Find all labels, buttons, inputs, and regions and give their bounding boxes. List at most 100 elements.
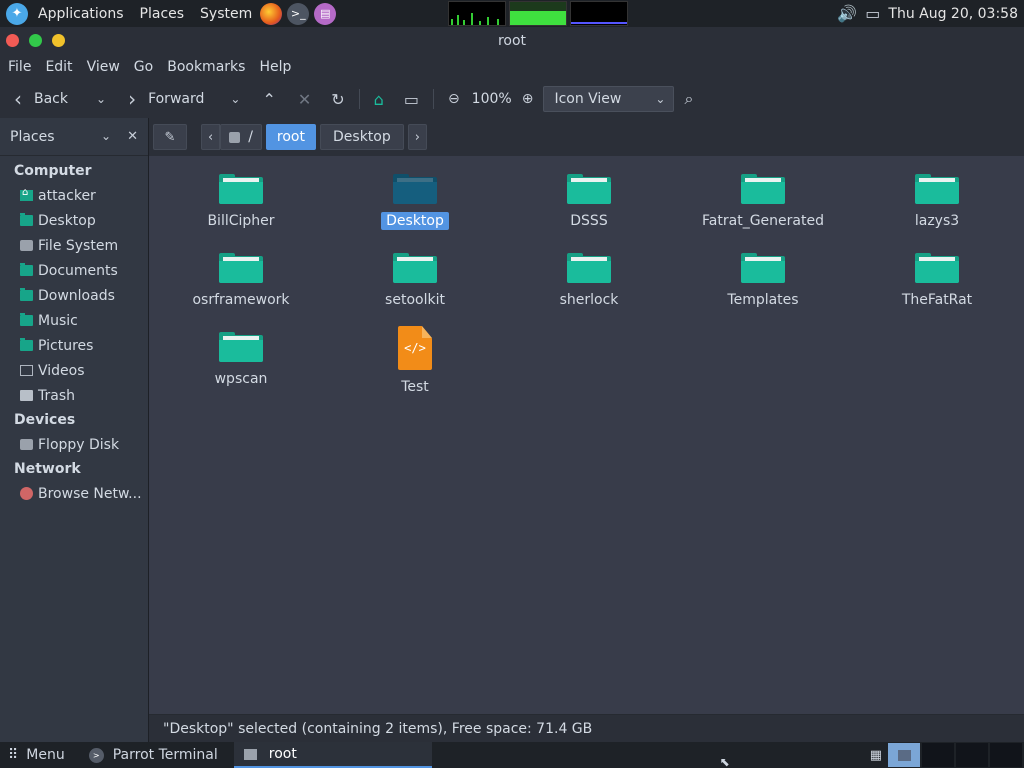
file-item[interactable]: Desktop — [335, 174, 495, 230]
workspace-3[interactable] — [956, 743, 988, 767]
back-history-dropdown-icon[interactable]: ⌄ — [96, 92, 106, 106]
system-menu[interactable]: System — [192, 0, 260, 27]
file-name: wpscan — [214, 371, 268, 387]
grid-icon: ⠿ — [8, 747, 19, 763]
path-segment-desktop[interactable]: Desktop — [320, 124, 404, 150]
file-item[interactable]: Fatrat_Generated — [683, 174, 843, 230]
maximize-window-button[interactable] — [52, 34, 65, 47]
trash-icon — [20, 390, 33, 401]
search-icon[interactable]: ⌕ — [684, 89, 693, 109]
volume-icon[interactable]: 🔊 — [837, 4, 857, 23]
menu-button[interactable]: ⠿ Menu — [0, 742, 73, 768]
chevron-left-icon: ‹ — [208, 129, 214, 145]
path-scroll-right-button[interactable]: › — [407, 124, 427, 150]
file-item[interactable]: BillCipher — [161, 174, 321, 230]
file-item[interactable]: </> Test — [335, 326, 495, 396]
chevron-left-icon: ‹ — [14, 87, 22, 111]
places-menu[interactable]: Places — [132, 0, 193, 27]
network-manager-icon[interactable]: ▦ — [870, 748, 882, 763]
file-item[interactable]: sherlock — [509, 253, 669, 309]
sidebar-item-pictures[interactable]: Pictures — [0, 333, 148, 358]
top-panel: ✦ Applications Places System >_ ▤ 🔊 ▭ Th… — [0, 0, 1024, 27]
sidebar: Places ⌄ ✕ Computer attacker Desktop Fil… — [0, 118, 149, 742]
pointer-cursor-icon: ⬉ — [719, 755, 730, 768]
forward-button[interactable]: › Forward — [128, 84, 204, 114]
sidebar-item-trash[interactable]: Trash — [0, 383, 148, 408]
zoom-level[interactable]: 100% — [472, 91, 512, 107]
file-item[interactable]: DSSS — [509, 174, 669, 230]
file-item[interactable]: lazys3 — [857, 174, 1017, 230]
minimize-window-button[interactable] — [29, 34, 42, 47]
floppy-icon — [20, 439, 33, 450]
firefox-launcher-icon[interactable] — [260, 2, 283, 25]
chevron-down-icon[interactable]: ⌄ — [101, 129, 111, 144]
clock[interactable]: Thu Aug 20, 03:58 — [888, 6, 1018, 22]
file-name: Desktop — [381, 212, 449, 230]
zoom-out-icon[interactable]: ⊖ — [448, 91, 460, 107]
close-window-button[interactable] — [6, 34, 19, 47]
drive-icon — [20, 240, 33, 251]
sidebar-item-browse-network[interactable]: Browse Netw... — [0, 481, 148, 506]
home-icon[interactable]: ⌂ — [374, 90, 384, 109]
sidebar-item-music[interactable]: Music — [0, 308, 148, 333]
file-name: Templates — [727, 292, 799, 308]
film-icon — [20, 365, 33, 376]
menu-go[interactable]: Go — [127, 59, 160, 75]
menu-file[interactable]: File — [1, 59, 38, 75]
path-segment-root[interactable]: root — [265, 124, 316, 150]
menu-edit[interactable]: Edit — [38, 59, 79, 75]
taskbar-item-terminal[interactable]: > Parrot Terminal — [81, 742, 226, 768]
file-item[interactable]: TheFatRat — [857, 253, 1017, 309]
path-scroll-left-button[interactable]: ‹ — [201, 124, 221, 150]
workspace-2[interactable] — [922, 743, 954, 767]
display-icon[interactable]: ▭ — [865, 4, 880, 23]
sidebar-item-documents[interactable]: Documents — [0, 258, 148, 283]
computer-icon[interactable]: ▭ — [404, 90, 419, 109]
path-segment-filesystem[interactable]: / — [220, 124, 262, 150]
system-monitor[interactable] — [445, 1, 629, 26]
close-icon[interactable]: ✕ — [127, 129, 138, 144]
forward-history-dropdown-icon[interactable]: ⌄ — [230, 92, 240, 106]
workspace-1[interactable] — [888, 743, 920, 767]
desktop-folder-icon — [20, 213, 33, 226]
window-titlebar[interactable]: root — [0, 27, 1024, 54]
sidebar-title[interactable]: Places — [10, 129, 55, 145]
view-mode-select[interactable]: Icon View ⌄ — [543, 86, 675, 112]
file-item[interactable]: setoolkit — [335, 253, 495, 309]
toggle-location-button[interactable]: ✎ — [153, 124, 187, 150]
documents-folder-icon — [20, 263, 33, 276]
chevron-down-icon: ⌄ — [655, 92, 666, 106]
go-up-icon[interactable]: ⌃ — [262, 90, 275, 109]
parrot-logo-icon[interactable]: ✦ — [6, 2, 28, 25]
toolbar-separator — [432, 89, 434, 109]
sidebar-item-floppy-disk[interactable]: Floppy Disk — [0, 432, 148, 457]
sidebar-heading-network: Network — [14, 461, 81, 477]
file-item[interactable]: Templates — [683, 253, 843, 309]
zoom-in-icon[interactable]: ⊕ — [522, 91, 534, 107]
taskbar-item-file-manager[interactable]: root — [233, 742, 432, 768]
file-item[interactable]: wpscan — [161, 332, 321, 388]
memory-graph — [509, 1, 568, 26]
back-button[interactable]: ‹ Back — [0, 84, 68, 114]
sidebar-item-attacker[interactable]: attacker — [0, 183, 148, 208]
sidebar-item-videos[interactable]: Videos — [0, 358, 148, 383]
pencil-icon: ✎ — [164, 129, 176, 145]
workspace-4[interactable] — [990, 743, 1022, 767]
window-title: root — [497, 32, 527, 49]
file-view[interactable]: BillCipher Desktop DSSS Fatrat_Generated… — [149, 156, 1024, 714]
sidebar-item-desktop[interactable]: Desktop — [0, 208, 148, 233]
file-name: lazys3 — [914, 213, 960, 229]
applications-menu[interactable]: Applications — [30, 0, 132, 27]
menu-view[interactable]: View — [80, 59, 127, 75]
sidebar-item-downloads[interactable]: Downloads — [0, 283, 148, 308]
file-item[interactable]: osrframework — [161, 253, 321, 309]
sidebar-item-file-system[interactable]: File System — [0, 233, 148, 258]
chevron-right-icon: › — [128, 87, 137, 111]
menu-bookmarks[interactable]: Bookmarks — [160, 59, 252, 75]
terminal-launcher-icon[interactable]: >_ — [287, 2, 310, 25]
menu-help[interactable]: Help — [252, 59, 298, 75]
stop-icon[interactable]: ✕ — [298, 90, 311, 109]
folder-icon — [915, 253, 959, 283]
text-editor-launcher-icon[interactable]: ▤ — [314, 2, 337, 25]
reload-icon[interactable]: ↻ — [331, 90, 344, 109]
